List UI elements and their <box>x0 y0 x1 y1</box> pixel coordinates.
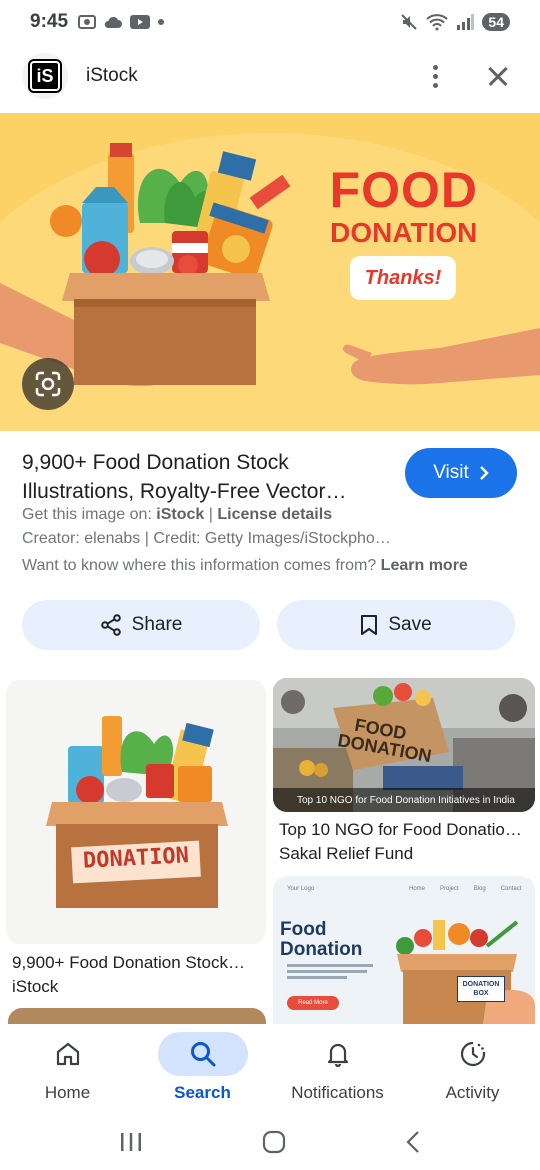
bell-icon <box>327 1043 348 1067</box>
hero-illustration <box>0 143 540 387</box>
learn-more-link[interactable]: Learn more <box>381 557 468 574</box>
site-name: iStock <box>86 65 138 86</box>
system-nav-bar <box>0 1114 540 1170</box>
nav-search-label: Search <box>174 1083 231 1102</box>
related-image-4[interactable] <box>8 1008 266 1024</box>
chevron-right-icon <box>479 466 489 480</box>
share-label: Share <box>131 614 183 635</box>
related-image-2[interactable]: FOOD DONATION Top 10 NGO for Food Donati… <box>273 678 535 812</box>
related-box-label-3: DONATION BOX <box>457 976 505 1002</box>
status-time: 9:45 <box>30 11 69 32</box>
save-button[interactable]: Save <box>277 600 515 650</box>
screenshot-icon <box>78 15 97 29</box>
related-title-2[interactable]: Top 10 NGO for Food Donatio… <box>279 820 522 840</box>
hero-image[interactable]: FOOD DONATION Thanks! <box>0 113 540 431</box>
app-header: iS iStock <box>0 50 540 102</box>
related-source-1[interactable]: iStock <box>12 977 58 997</box>
lens-search-button[interactable] <box>22 358 74 410</box>
credit-line: Creator: elenabs | Credit: Getty Images/… <box>22 530 391 547</box>
close-icon[interactable] <box>478 56 518 96</box>
status-bar: 9:45 54 <box>0 0 540 44</box>
more-options-icon[interactable] <box>420 56 450 96</box>
youtube-icon <box>130 15 151 29</box>
nav-activity-label: Activity <box>445 1083 500 1102</box>
nav-search[interactable]: Search <box>135 1024 270 1114</box>
result-title[interactable]: 9,900+ Food Donation Stock Illustrations… <box>22 448 392 506</box>
battery-indicator: 54 <box>482 13 510 31</box>
related-3-headline: Food Donation <box>280 919 363 960</box>
bookmark-icon <box>361 615 378 635</box>
related-3-logo: Your Logo <box>287 886 315 892</box>
related-overlay-2: Top 10 NGO for Food Donation Initiatives… <box>273 788 535 812</box>
nav-notifications-icon-wrap <box>293 1032 383 1076</box>
info-question: Want to know where this information come… <box>22 557 377 574</box>
nav-home-label: Home <box>44 1083 91 1102</box>
status-notification-icons <box>78 14 165 30</box>
related-title-1[interactable]: 9,900+ Food Donation Stock… <box>12 953 245 973</box>
nav-home-icon-wrap <box>23 1032 113 1076</box>
status-system-icons: 54 <box>400 13 510 31</box>
signal-icon <box>457 14 475 30</box>
thanks-bubble: Thanks! <box>350 256 456 300</box>
share-icon <box>100 614 121 636</box>
mute-icon <box>401 14 418 30</box>
related-illustration-1 <box>46 716 228 908</box>
visit-label: Visit <box>433 462 469 483</box>
hero-title-line2: DONATION <box>330 217 478 248</box>
nav-notifications[interactable]: Notifications <box>270 1024 405 1114</box>
related-3-read-more: Read More <box>287 996 339 1010</box>
activity-icon <box>460 1041 485 1067</box>
save-label: Save <box>388 614 432 635</box>
related-image-1[interactable]: DONATION <box>6 680 266 944</box>
get-image-prefix: Get this image on: <box>22 506 152 523</box>
search-icon <box>190 1042 215 1067</box>
related-3-text-lines <box>287 964 373 979</box>
license-link[interactable]: License details <box>217 506 332 523</box>
share-button[interactable]: Share <box>22 600 260 650</box>
home-icon <box>56 1042 79 1066</box>
cloud-icon <box>104 16 123 28</box>
nav-notifications-label: Notifications <box>291 1083 384 1102</box>
nav-activity-icon-wrap <box>428 1032 518 1076</box>
site-logo-mark: iS <box>28 59 62 93</box>
source-line: Get this image on: iStock | License deta… <box>22 506 332 524</box>
hero-title: FOOD DONATION <box>330 165 478 247</box>
site-logo: iS <box>22 53 68 99</box>
info-line: Want to know where this information come… <box>22 557 468 575</box>
nav-search-icon-wrap <box>157 1032 248 1076</box>
visit-button[interactable]: Visit <box>405 448 517 498</box>
related-image-3[interactable]: Your Logo Home Project Blog Contact Food… <box>273 876 535 1024</box>
home-button-icon[interactable] <box>262 1130 286 1154</box>
dot-icon <box>158 19 165 25</box>
bottom-nav: Home Search Notifications Activity <box>0 1024 540 1114</box>
source-link[interactable]: iStock <box>156 506 204 523</box>
related-source-2[interactable]: Sakal Relief Fund <box>279 844 413 864</box>
lens-icon <box>35 371 61 397</box>
nav-activity[interactable]: Activity <box>405 1024 540 1114</box>
nav-home[interactable]: Home <box>0 1024 135 1114</box>
back-icon[interactable] <box>405 1130 421 1154</box>
hero-title-line1: FOOD <box>329 162 478 218</box>
recent-apps-icon[interactable] <box>119 1131 143 1153</box>
wifi-icon <box>426 14 449 31</box>
